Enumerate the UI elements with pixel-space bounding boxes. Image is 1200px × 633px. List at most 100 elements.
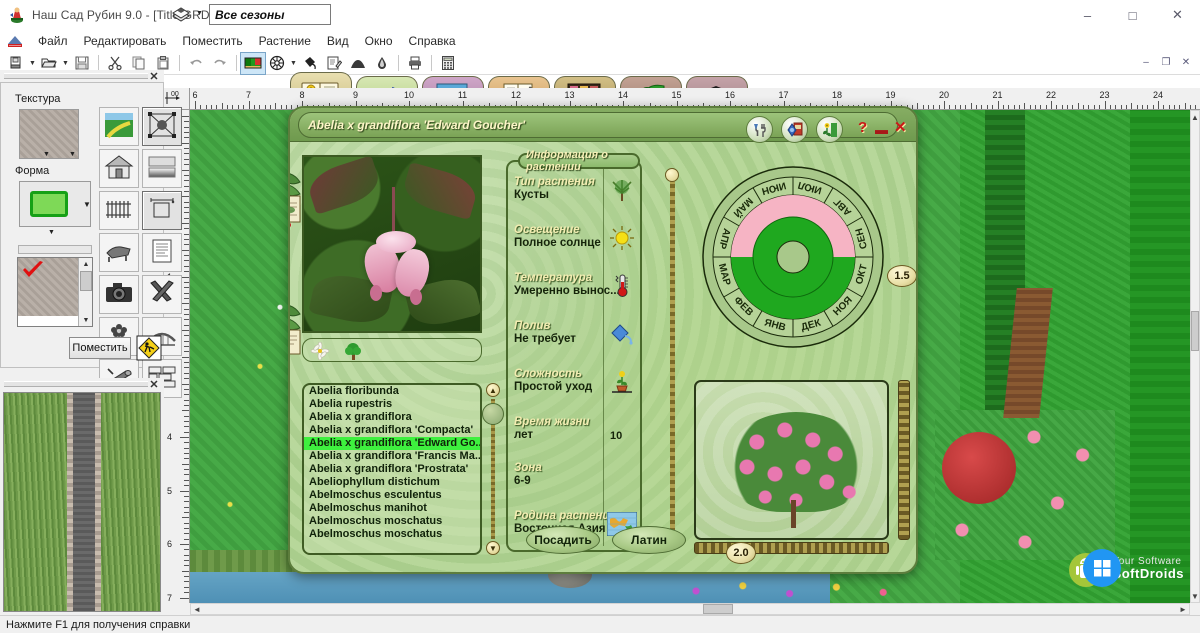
species-list-item[interactable]: Abelia x grandiflora — [304, 411, 480, 424]
filter-bar[interactable] — [302, 338, 482, 362]
canvas-vscrollbar[interactable]: ▲ ▼ — [1190, 110, 1200, 603]
redo-button[interactable] — [208, 53, 232, 74]
menu-file[interactable]: Файл — [30, 32, 76, 50]
design-button[interactable] — [781, 116, 808, 143]
mdi-minimize-button[interactable]: – — [1136, 53, 1156, 71]
close-button[interactable]: ✕ — [1155, 0, 1200, 30]
tool-camera-icon[interactable] — [99, 275, 139, 314]
tool-settings-icon[interactable] — [142, 275, 182, 314]
minimize-button[interactable]: – — [1065, 0, 1110, 30]
texture-scroll-up[interactable]: ▲ — [79, 258, 93, 270]
tool-gradient-icon[interactable] — [142, 149, 182, 188]
paint-bucket-button[interactable] — [298, 53, 322, 74]
preview-panel-close[interactable]: ✕ — [148, 378, 160, 391]
menu-help[interactable]: Справка — [401, 32, 464, 50]
water-drop-button[interactable] — [370, 53, 394, 74]
layers-icon[interactable] — [170, 4, 192, 26]
bloom-season-wheel[interactable]: ЯНВ ФЕВ МАР АПР МАЙ ИЮН ИЮЛ АВГ СЕН ОКТ НОЯ ДЕК — [702, 166, 884, 348]
tool-list-icon[interactable] — [142, 233, 182, 272]
height-slider[interactable]: 1.5 — [887, 265, 916, 287]
calculator-button[interactable] — [436, 53, 460, 74]
plant-render[interactable] — [694, 380, 889, 540]
tool-landscape-icon[interactable] — [99, 107, 139, 146]
rail-top-knob[interactable] — [665, 168, 679, 182]
shape-expand-arrow[interactable]: ▼ — [48, 229, 55, 236]
texture-list[interactable]: ▲ ▼ — [17, 257, 93, 327]
species-list-item[interactable]: Abelia x grandiflora 'Edward Go... — [304, 437, 480, 450]
shape-scroll-track[interactable] — [18, 245, 92, 254]
species-list-item[interactable]: Abelmoschus esculentus — [304, 489, 480, 502]
texture-list-item[interactable] — [18, 258, 78, 316]
width-slider[interactable]: 2.0 — [726, 542, 756, 564]
vscroll-down-arrow[interactable]: ▼ — [1191, 590, 1199, 602]
dialog-help-button[interactable]: ? — [858, 119, 867, 136]
tool-building-icon[interactable] — [99, 149, 139, 188]
undo-button[interactable] — [184, 53, 208, 74]
species-list[interactable]: Abelia floribunda Abelia rupestris Abelia … — [302, 383, 482, 555]
species-list-item[interactable]: Abelia x grandiflora 'Prostrata' — [304, 463, 480, 476]
mdi-close-button[interactable]: ✕ — [1176, 53, 1196, 71]
green-tree-icon[interactable] — [343, 341, 363, 364]
vscroll-up-arrow[interactable]: ▲ — [1191, 111, 1199, 123]
species-list-item[interactable]: Abeliophyllum distichum — [304, 476, 480, 489]
species-list-item[interactable]: Abelia x grandiflora 'Compacta' — [304, 424, 480, 437]
menu-edit[interactable]: Редактировать — [76, 32, 175, 50]
texture-dropdown-arrow-right[interactable]: ▼ — [69, 151, 76, 158]
menu-plant[interactable]: Растение — [251, 32, 319, 50]
plan-view-button[interactable] — [240, 51, 266, 75]
shape-dropdown-arrow[interactable]: ▼ — [83, 200, 91, 209]
season-selector[interactable]: Все сезоны — [209, 4, 331, 25]
flower-database-dropdown[interactable]: ▼ — [289, 53, 298, 74]
shape-swatch[interactable] — [19, 181, 91, 227]
species-list-item[interactable]: Abelmoschus moschatus — [304, 528, 480, 541]
season-dropdown-arrow[interactable]: ▼ — [196, 10, 203, 17]
species-list-item[interactable]: Abelia x grandiflora 'Francis Ma... — [304, 450, 480, 463]
texture-scroll-down[interactable]: ▼ — [79, 314, 93, 326]
dialog-close-button[interactable]: ✕ — [894, 118, 907, 136]
species-list-scrollbar[interactable]: ▲ ▼ — [482, 383, 504, 555]
hscroll-right-arrow[interactable]: ► — [1177, 604, 1189, 614]
plant-button[interactable]: Посадить — [526, 526, 600, 554]
preview-panel-grip[interactable]: ✕ — [0, 378, 164, 391]
garden-tools-button[interactable] — [746, 116, 773, 143]
species-list-item[interactable]: Abelmoschus manihot — [304, 502, 480, 515]
texture-preview-image[interactable] — [3, 392, 161, 612]
tool-fence-icon[interactable] — [99, 191, 139, 230]
species-scroll-up[interactable]: ▲ — [486, 383, 500, 397]
terrain-button[interactable] — [346, 53, 370, 74]
menu-view[interactable]: Вид — [319, 32, 357, 50]
texture-scroll-thumb[interactable] — [80, 271, 92, 291]
hscroll-thumb[interactable] — [703, 604, 733, 614]
place-button[interactable]: Поместить — [69, 337, 131, 359]
notes-button[interactable] — [322, 53, 346, 74]
texture-dropdown-arrow-left[interactable]: ▼ — [43, 151, 50, 158]
tool-select-icon[interactable] — [142, 107, 182, 146]
road-work-sign-icon[interactable] — [134, 333, 164, 363]
plant-catalog-button[interactable] — [816, 116, 843, 143]
width-slider-track[interactable] — [694, 542, 889, 554]
white-flower-icon[interactable] — [310, 341, 330, 363]
flower-database-button[interactable] — [265, 53, 289, 74]
tool-dimension-icon[interactable] — [142, 191, 182, 230]
maximize-button[interactable]: □ — [1110, 0, 1155, 30]
canvas-hscrollbar[interactable]: ◄ ► — [190, 603, 1190, 615]
species-list-item[interactable]: Abelia floribunda — [304, 385, 480, 398]
menu-place[interactable]: Поместить — [174, 32, 250, 50]
plant-photo[interactable] — [302, 155, 482, 333]
tool-furniture-icon[interactable] — [99, 233, 139, 272]
height-slider-track[interactable] — [898, 380, 910, 540]
dialog-right-rail[interactable] — [665, 168, 679, 548]
tools-panel-grip[interactable]: ✕ — [0, 70, 164, 83]
tools-panel-close[interactable]: ✕ — [148, 70, 160, 83]
species-list-item[interactable]: Abelia rupestris — [304, 398, 480, 411]
latin-button[interactable]: Латин — [612, 526, 686, 554]
print-button[interactable] — [403, 53, 427, 74]
species-list-item[interactable]: Abelmoschus moschatus — [304, 515, 480, 528]
vscroll-thumb[interactable] — [1191, 311, 1199, 351]
species-scroll-down[interactable]: ▼ — [486, 541, 500, 555]
species-scroll-thumb[interactable] — [482, 403, 504, 425]
hscroll-left-arrow[interactable]: ◄ — [191, 604, 203, 614]
texture-list-scrollbar[interactable]: ▲ ▼ — [78, 258, 92, 326]
mdi-restore-button[interactable]: ❐ — [1156, 53, 1176, 71]
dialog-minimize-button[interactable]: ▬ — [875, 122, 888, 137]
